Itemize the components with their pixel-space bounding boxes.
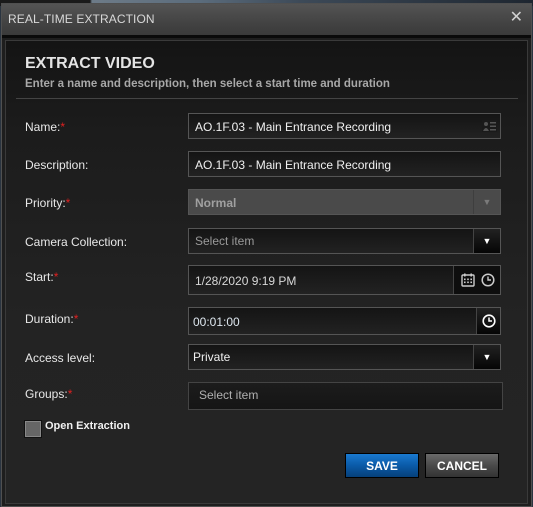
description-input[interactable]: AO.1F.03 - Main Entrance Recording bbox=[188, 151, 501, 177]
camera-collection-select[interactable]: Select item ▼ bbox=[188, 228, 501, 254]
access-level-select[interactable]: Private ▼ bbox=[188, 344, 501, 370]
groups-label: Groups:* bbox=[25, 387, 72, 401]
extraction-dialog: REAL-TIME EXTRACTION ✕ EXTRACT VIDEO Ent… bbox=[1, 3, 532, 507]
required-marker: * bbox=[67, 387, 73, 401]
chevron-down-icon: ▼ bbox=[473, 190, 500, 214]
page-title: EXTRACT VIDEO bbox=[25, 55, 155, 72]
dialog-title: REAL-TIME EXTRACTION bbox=[8, 12, 155, 26]
start-label-text: Start: bbox=[25, 270, 54, 284]
required-marker: * bbox=[60, 120, 66, 134]
name-label-text: Name: bbox=[25, 120, 61, 134]
access-level-value: Private bbox=[193, 350, 231, 364]
access-level-label: Access level: bbox=[25, 351, 96, 365]
priority-select: Normal ▼ bbox=[188, 189, 501, 215]
cancel-button[interactable]: CANCEL bbox=[425, 453, 499, 478]
clock-icon[interactable] bbox=[476, 308, 500, 334]
start-datetime-input[interactable]: 1/28/2020 9:19 PM bbox=[188, 265, 501, 295]
duration-input[interactable]: 00:01:00 bbox=[188, 307, 501, 335]
camera-collection-label: Camera Collection: bbox=[25, 235, 128, 249]
priority-label: Priority:* bbox=[25, 196, 70, 210]
priority-value: Normal bbox=[195, 196, 237, 210]
name-value: AO.1F.03 - Main Entrance Recording bbox=[195, 120, 392, 134]
name-input[interactable]: AO.1F.03 - Main Entrance Recording bbox=[188, 113, 501, 139]
required-marker: * bbox=[65, 196, 71, 210]
camera-collection-placeholder: Select item bbox=[195, 234, 255, 248]
save-button[interactable]: SAVE bbox=[345, 453, 419, 478]
open-extraction-checkbox[interactable] bbox=[24, 420, 42, 438]
groups-select[interactable]: Select item bbox=[188, 382, 503, 410]
required-marker: * bbox=[53, 270, 59, 284]
contact-card-icon[interactable] bbox=[482, 120, 497, 132]
description-value: AO.1F.03 - Main Entrance Recording bbox=[195, 158, 392, 172]
start-label: Start:* bbox=[25, 270, 58, 284]
open-extraction-label[interactable]: Open Extraction bbox=[45, 420, 130, 432]
chevron-down-icon[interactable]: ▼ bbox=[473, 229, 500, 253]
chevron-down-icon[interactable]: ▼ bbox=[473, 345, 500, 369]
priority-label-text: Priority: bbox=[25, 196, 66, 210]
duration-label: Duration:* bbox=[25, 312, 78, 326]
dialog-body: EXTRACT VIDEO Enter a name and descripti… bbox=[5, 40, 528, 504]
divider bbox=[16, 98, 518, 99]
required-marker: * bbox=[73, 312, 79, 326]
duration-label-text: Duration: bbox=[25, 312, 74, 326]
duration-value: 00:01:00 bbox=[193, 315, 240, 329]
groups-label-text: Groups: bbox=[25, 387, 68, 401]
start-value: 1/28/2020 9:19 PM bbox=[195, 274, 297, 288]
calendar-icon[interactable] bbox=[461, 273, 475, 287]
dialog-titlebar[interactable]: REAL-TIME EXTRACTION ✕ bbox=[2, 4, 531, 38]
description-label: Description: bbox=[25, 158, 89, 172]
groups-placeholder: Select item bbox=[199, 388, 259, 402]
page-subtitle: Enter a name and description, then selec… bbox=[25, 78, 390, 90]
clock-icon[interactable] bbox=[481, 273, 495, 287]
close-icon[interactable]: ✕ bbox=[510, 10, 523, 26]
name-label: Name:* bbox=[25, 120, 65, 134]
